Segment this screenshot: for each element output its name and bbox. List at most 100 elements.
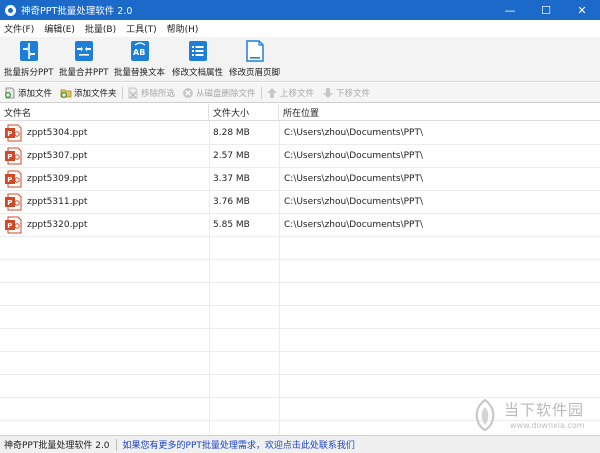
status-app-name: 神奇PPT批量处理软件 2.0 — [4, 441, 110, 451]
move-up-label: 上移文件 — [280, 89, 315, 99]
add-folder-label: 添加文件夹 — [74, 89, 117, 99]
row-divider — [0, 259, 600, 260]
watermark-name: 当下软件园 — [504, 401, 585, 419]
file-name-cell: P zppt5311.ppt — [0, 190, 209, 213]
file-name-cell: P zppt5307.ppt — [0, 144, 209, 167]
watermark: 当下软件园 www.downxia.com — [470, 398, 596, 438]
add-file-button[interactable]: 添加文件 — [4, 85, 52, 101]
properties-icon — [187, 39, 209, 63]
replace-text-icon: AB — [129, 39, 151, 63]
svg-text:P: P — [7, 153, 12, 161]
header-footer-icon — [244, 39, 266, 63]
column-header-name[interactable]: 文件名 — [0, 104, 209, 121]
file-name: zppt5320.ppt — [27, 219, 88, 230]
menu-edit[interactable]: 编辑(E) — [44, 22, 75, 35]
file-location: C:\Users\zhou\Documents\PPT\ — [284, 173, 423, 184]
svg-text:P: P — [7, 199, 12, 207]
window-controls: — ☐ ✕ — [492, 0, 600, 20]
minimize-button[interactable]: — — [492, 0, 528, 20]
split-ppt-label: 批量拆分PPT — [4, 68, 54, 78]
delete-icon — [182, 87, 194, 99]
arrow-down-icon — [322, 87, 334, 99]
delete-from-disk-button[interactable]: 从磁盘删除文件 — [182, 85, 256, 101]
file-name-cell: P zppt5309.ppt — [0, 167, 209, 190]
add-folder-button[interactable]: 添加文件夹 — [60, 85, 117, 101]
file-name: zppt5307.ppt — [27, 150, 88, 161]
row-divider — [0, 282, 600, 283]
status-divider — [115, 438, 117, 451]
file-name: zppt5309.ppt — [27, 173, 88, 184]
file-location: C:\Users\zhou\Documents\PPT\ — [284, 196, 423, 207]
merge-ppt-label: 批量合并PPT — [59, 68, 109, 78]
svg-text:P: P — [7, 222, 12, 230]
ppt-file-icon: P — [5, 216, 22, 233]
file-size: 3.76 MB — [213, 196, 250, 207]
move-down-label: 下移文件 — [336, 89, 371, 99]
ppt-file-icon: P — [5, 124, 22, 141]
remove-selected-label: 移除所选 — [141, 89, 176, 99]
edit-properties-label: 修改文档属性 — [172, 68, 224, 78]
move-down-button[interactable]: 下移文件 — [322, 85, 370, 101]
file-name-cell: P zppt5320.ppt — [0, 213, 209, 236]
row-divider — [0, 374, 600, 375]
merge-ppt-button[interactable]: 批量合并PPT — [59, 39, 108, 80]
menu-batch[interactable]: 批量(B) — [85, 22, 116, 35]
svg-text:P: P — [7, 130, 12, 138]
main-toolbar: 批量拆分PPT 批量合并PPT AB 批量替换文本 修改文档属性 修改页眉页脚 — [0, 37, 600, 82]
file-location: C:\Users\zhou\Documents\PPT\ — [284, 150, 423, 161]
watermark-url: www.downxia.com — [510, 421, 585, 430]
menu-file[interactable]: 文件(F) — [4, 22, 34, 35]
title-bar: 神奇PPT批量处理软件 2.0 — ☐ ✕ — [0, 0, 600, 20]
replace-text-button[interactable]: AB 批量替换文本 — [114, 39, 165, 80]
table-row[interactable]: P zppt5311.ppt 3.76 MB C:\Users\zhou\Doc… — [0, 190, 600, 213]
ppt-file-icon: P — [5, 147, 22, 164]
window-title: 神奇PPT批量处理软件 2.0 — [21, 6, 133, 17]
header-footer-button[interactable]: 修改页眉页脚 — [229, 39, 280, 80]
watermark-logo-icon — [475, 398, 495, 432]
status-bar: 神奇PPT批量处理软件 2.0 如果您有更多的PPT批量处理需求，欢迎点击此处联… — [0, 435, 600, 453]
file-name-cell: P zppt5304.ppt — [0, 121, 209, 144]
file-actions-bar: 添加文件 添加文件夹 移除所选 从磁盘删除文件 上移文件 下移文件 — [0, 83, 600, 103]
add-file-label: 添加文件 — [18, 89, 53, 99]
ppt-file-icon: P — [5, 193, 22, 210]
contact-link[interactable]: 如果您有更多的PPT批量处理需求，欢迎点击此处联系我们 — [123, 438, 355, 451]
table-row[interactable]: P zppt5320.ppt 5.85 MB C:\Users\zhou\Doc… — [0, 213, 600, 236]
ppt-file-icon: P — [5, 170, 22, 187]
edit-properties-button[interactable]: 修改文档属性 — [172, 39, 223, 80]
remove-icon — [127, 87, 139, 99]
header-footer-label: 修改页眉页脚 — [229, 68, 281, 78]
table-row[interactable]: P zppt5307.ppt 2.57 MB C:\Users\zhou\Doc… — [0, 144, 600, 167]
row-divider — [0, 328, 600, 329]
file-location: C:\Users\zhou\Documents\PPT\ — [284, 219, 423, 230]
table-row[interactable]: P zppt5309.ppt 3.37 MB C:\Users\zhou\Doc… — [0, 167, 600, 190]
file-size: 5.85 MB — [213, 219, 250, 230]
close-button[interactable]: ✕ — [564, 0, 600, 20]
file-name: zppt5304.ppt — [27, 127, 88, 138]
menu-help[interactable]: 帮助(H) — [167, 22, 199, 35]
toolbar-separator — [261, 87, 262, 99]
table-row[interactable]: P zppt5304.ppt 8.28 MB C:\Users\zhou\Doc… — [0, 121, 600, 144]
add-folder-icon — [60, 87, 72, 99]
arrow-up-icon — [266, 87, 278, 99]
svg-text:AB: AB — [133, 48, 145, 57]
file-size: 2.57 MB — [213, 150, 250, 161]
merge-icon — [73, 39, 95, 63]
remove-selected-button[interactable]: 移除所选 — [127, 85, 175, 101]
app-icon — [5, 4, 16, 16]
file-size: 3.37 MB — [213, 173, 250, 184]
file-location: C:\Users\zhou\Documents\PPT\ — [284, 127, 423, 138]
row-divider — [0, 305, 600, 306]
column-header-location[interactable]: 所在位置 — [279, 104, 600, 121]
column-header-size[interactable]: 文件大小 — [209, 104, 279, 121]
row-divider — [0, 351, 600, 352]
svg-text:P: P — [7, 176, 12, 184]
split-icon — [18, 39, 40, 63]
menu-bar: 文件(F) 编辑(E) 批量(B) 工具(T) 帮助(H) — [0, 20, 600, 37]
move-up-button[interactable]: 上移文件 — [266, 85, 314, 101]
replace-text-label: 批量替换文本 — [114, 68, 166, 78]
file-list[interactable]: 文件名 文件大小 所在位置 P zppt5304.ppt 8.28 MB C:\… — [0, 104, 600, 435]
toolbar-separator — [122, 87, 123, 99]
split-ppt-button[interactable]: 批量拆分PPT — [4, 39, 53, 80]
menu-tools[interactable]: 工具(T) — [126, 22, 157, 35]
maximize-button[interactable]: ☐ — [528, 0, 564, 20]
